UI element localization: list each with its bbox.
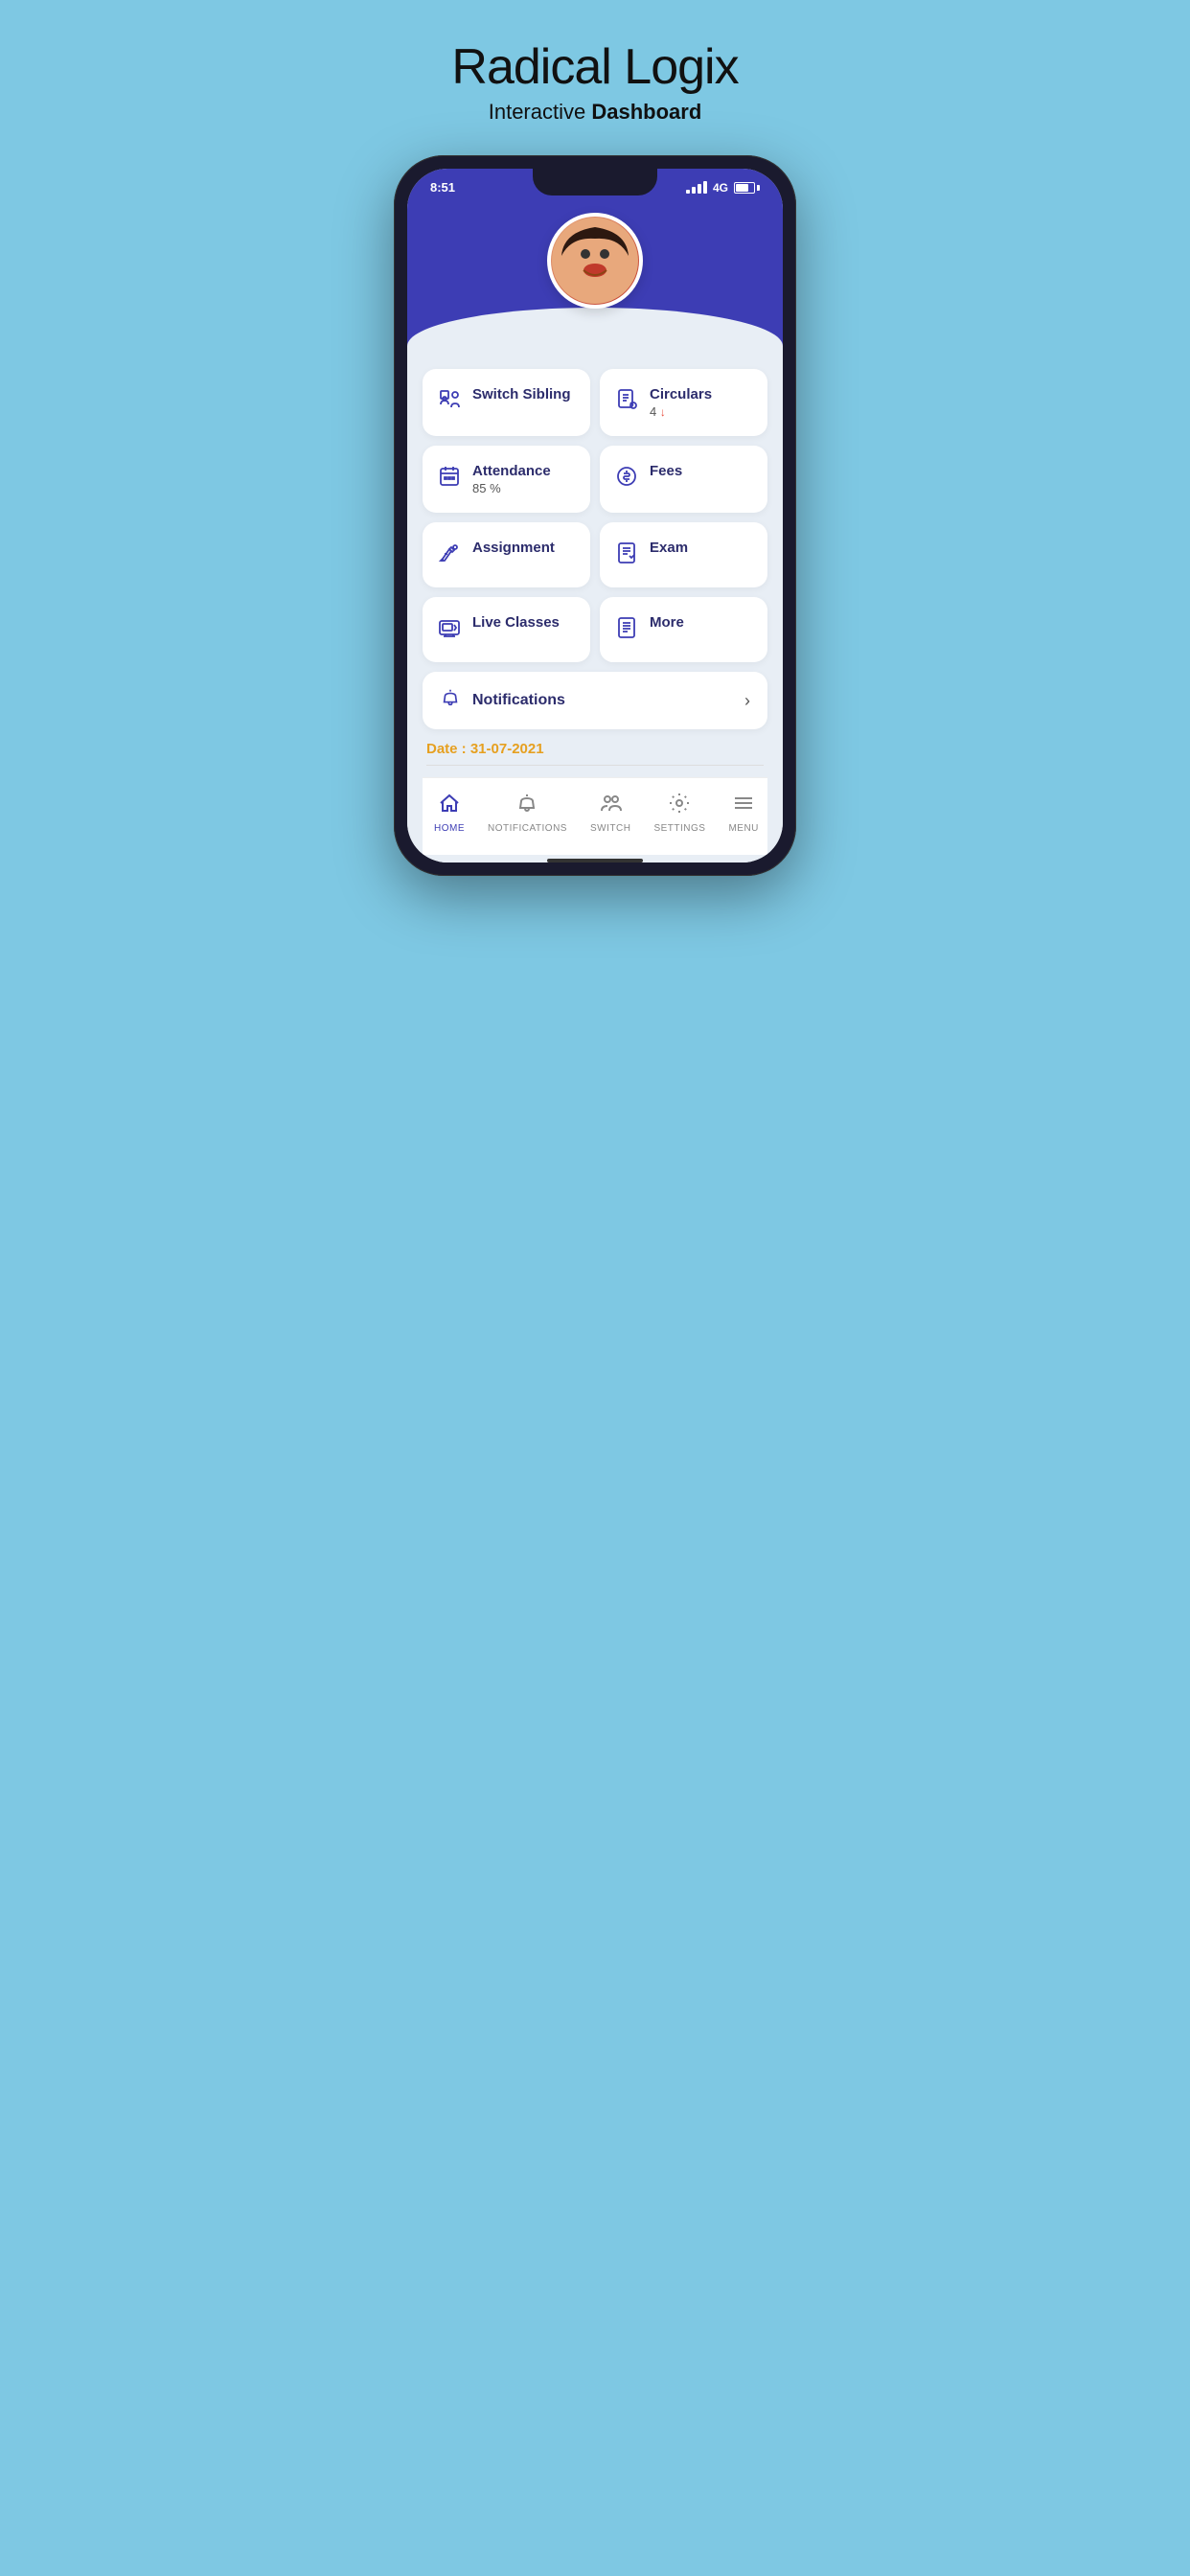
tile-switch-sibling[interactable]: Switch Sibling (423, 369, 590, 436)
tile-fees-content: Fees (650, 463, 682, 479)
switch-nav-icon (599, 792, 622, 820)
tile-more[interactable]: More (600, 597, 767, 662)
settings-nav-label: SETTINGS (653, 823, 705, 834)
notification-bell-icon (440, 687, 461, 714)
exam-icon (615, 541, 640, 570)
menu-nav-label: MENU (728, 823, 758, 834)
signal-bars-icon (686, 181, 707, 194)
status-time: 8:51 (430, 180, 455, 195)
page-wrapper: Radical Logix Interactive Dashboard 8:51… (355, 38, 835, 876)
tile-circulars-label: Circulars (650, 386, 712, 402)
tile-switch-sibling-content: Switch Sibling (472, 386, 571, 402)
avatar (547, 213, 643, 309)
phone-screen: 8:51 4G W (407, 169, 783, 862)
more-icon (615, 616, 640, 645)
tile-attendance-label: Attendance (472, 463, 551, 479)
nav-switch[interactable]: SWITCH (579, 788, 642, 838)
nav-menu[interactable]: MENU (717, 788, 769, 838)
avatar-container (407, 213, 783, 309)
switch-nav-label: SWITCH (590, 823, 630, 834)
avatar-image (551, 217, 639, 305)
tile-assignment[interactable]: Assignment (423, 522, 590, 587)
date-divider (426, 765, 764, 766)
tile-assignment-label: Assignment (472, 540, 555, 556)
notifications-arrow: › (744, 691, 750, 711)
tile-attendance[interactable]: Attendance 85 % (423, 446, 590, 513)
menu-nav-icon (732, 792, 755, 820)
switch-sibling-icon (438, 388, 463, 417)
tile-attendance-sub: 85 % (472, 481, 551, 495)
home-nav-label: HOME (434, 823, 465, 834)
battery-icon (734, 182, 760, 194)
tile-exam-label: Exam (650, 540, 688, 556)
settings-nav-icon (668, 792, 691, 820)
app-title: Radical Logix (451, 38, 738, 96)
tile-live-classes[interactable]: Live Classes (423, 597, 590, 662)
notch (533, 169, 657, 196)
tile-more-label: More (650, 614, 684, 631)
tile-fees-label: Fees (650, 463, 682, 479)
tile-circulars-content: Circulars 4 ↓ (650, 386, 712, 419)
tile-exam[interactable]: Exam (600, 522, 767, 587)
notifications-nav-label: NOTIFICATIONS (488, 823, 567, 834)
notifications-nav-icon (515, 792, 538, 820)
tile-live-classes-label: Live Classes (472, 614, 560, 631)
live-classes-icon (438, 616, 463, 645)
date-section: Date : 31-07-2021 (423, 729, 767, 766)
nav-settings[interactable]: SETTINGS (642, 788, 717, 838)
date-text: Date : 31-07-2021 (426, 741, 764, 757)
nav-notifications[interactable]: NOTIFICATIONS (476, 788, 579, 838)
notif-left: Notifications (440, 687, 565, 714)
tile-attendance-content: Attendance 85 % (472, 463, 551, 495)
tiles-grid: Switch Sibling (423, 369, 767, 662)
circulars-icon (615, 388, 640, 417)
status-bar-right: 4G (686, 181, 760, 195)
curve-section (407, 213, 783, 346)
app-subtitle: Interactive Dashboard (489, 100, 702, 125)
fees-icon (615, 465, 640, 494)
bottom-nav: HOME NOTIFICATIONS (423, 777, 767, 855)
notifications-label: Notifications (472, 692, 565, 709)
phone-frame: 8:51 4G W (394, 155, 796, 876)
main-content: Switch Sibling (407, 346, 783, 862)
assignment-icon (438, 541, 463, 570)
nav-home[interactable]: HOME (423, 788, 476, 838)
tile-circulars-sub: 4 ↓ (650, 404, 712, 419)
home-nav-icon (438, 792, 461, 820)
tile-more-content: More (650, 614, 684, 631)
tile-switch-sibling-label: Switch Sibling (472, 386, 571, 402)
attendance-icon (438, 465, 463, 494)
home-indicator (547, 859, 643, 862)
notifications-row[interactable]: Notifications › (423, 672, 767, 729)
tile-exam-content: Exam (650, 540, 688, 556)
tile-assignment-content: Assignment (472, 540, 555, 556)
network-label: 4G (713, 181, 728, 195)
tile-live-classes-content: Live Classes (472, 614, 560, 631)
tile-fees[interactable]: Fees (600, 446, 767, 513)
tile-circulars[interactable]: Circulars 4 ↓ (600, 369, 767, 436)
